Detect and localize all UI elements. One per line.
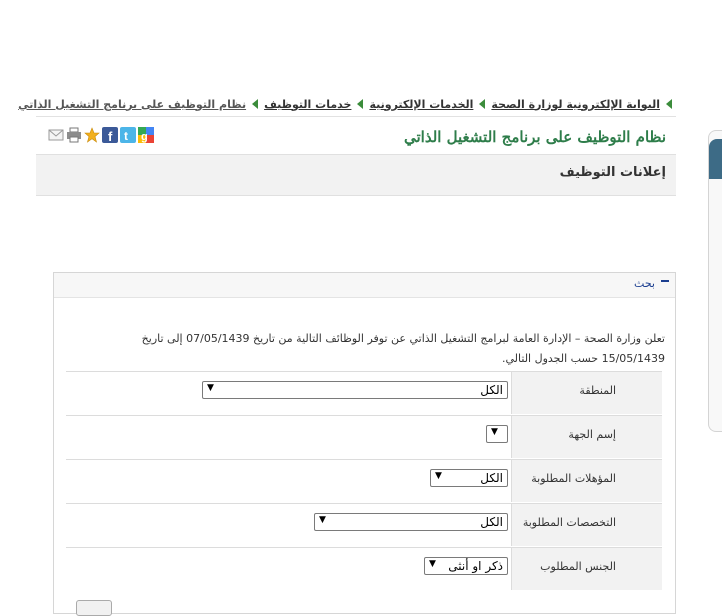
svg-text:f: f (108, 129, 113, 143)
dropdown-arrow-icon: ▼ (319, 515, 326, 525)
label-cell: الجنس المطلوب (511, 548, 662, 590)
qualifications-select[interactable]: الكل ▼ (430, 469, 508, 487)
form-row-specializations: التخصصات المطلوبة الكل ▼ (66, 503, 662, 546)
breadcrumb-arrow-icon (357, 99, 364, 109)
breadcrumb-arrow-icon (479, 99, 486, 109)
side-panel-tab-accent (709, 139, 722, 179)
svg-text:t: t (124, 129, 128, 143)
specializations-label: التخصصات المطلوبة (522, 516, 616, 529)
breadcrumb-arrow-icon (666, 99, 672, 109)
collapse-icon[interactable] (661, 280, 669, 282)
entity-label: إسم الجهة (568, 428, 616, 441)
specializations-select[interactable]: الكل ▼ (314, 513, 508, 531)
form-row-qualifications: المؤهلات المطلوبة الكل ▼ (66, 459, 662, 502)
dropdown-arrow-icon: ▼ (491, 427, 498, 437)
gender-select[interactable]: ذكر او أنثى ▼ (424, 557, 508, 575)
divider (36, 116, 676, 117)
dropdown-arrow-icon: ▼ (207, 383, 214, 393)
favorite-star-icon[interactable] (84, 127, 100, 143)
google-plus-icon[interactable]: g (138, 127, 154, 143)
entity-select[interactable]: ▼ (486, 425, 508, 443)
gender-select-value: ذكر او أنثى (448, 559, 503, 573)
specializations-select-value: الكل (480, 515, 503, 529)
share-toolbar: f t g (48, 127, 154, 143)
intro-text: تعلن وزارة الصحة – الإدارة العامة لبرامج… (105, 329, 665, 369)
region-label: المنطقة (579, 384, 616, 397)
intro-line-2: 15/05/1439 حسب الجدول التالي. (502, 352, 665, 365)
intro-line-1: تعلن وزارة الصحة – الإدارة العامة لبرامج… (141, 332, 665, 345)
breadcrumb-item-employment-services[interactable]: خدمات التوظيف (264, 98, 351, 111)
side-panel-tab[interactable] (708, 130, 722, 432)
search-panel: بحث تعلن وزارة الصحة – الإدارة العامة لب… (53, 272, 676, 614)
dropdown-arrow-icon: ▼ (435, 471, 442, 481)
label-cell: إسم الجهة (511, 416, 662, 458)
label-cell: المنطقة (511, 372, 662, 414)
email-icon[interactable] (48, 127, 64, 143)
section-title: إعلانات التوظيف (559, 165, 666, 180)
page-title: نظام التوظيف على برنامج التشغيل الذاتي (403, 128, 666, 146)
breadcrumb-item-current[interactable]: نظام التوظيف على برنامج التشغيل الذاتي (18, 98, 246, 111)
region-select-value: الكل (480, 383, 503, 397)
breadcrumb-arrow-icon (252, 99, 259, 109)
dropdown-arrow-icon: ▼ (429, 559, 436, 569)
region-select[interactable]: الكل ▼ (202, 381, 508, 399)
twitter-icon[interactable]: t (120, 127, 136, 143)
facebook-icon[interactable]: f (102, 127, 118, 143)
form-row-entity: إسم الجهة ▼ (66, 415, 662, 458)
search-button[interactable] (76, 600, 112, 616)
qualifications-label: المؤهلات المطلوبة (531, 472, 616, 485)
breadcrumb: البوابة الإلكترونية لوزارة الصحة الخدمات… (18, 96, 672, 112)
svg-text:g: g (141, 131, 148, 143)
label-cell: التخصصات المطلوبة (511, 504, 662, 546)
label-cell: المؤهلات المطلوبة (511, 460, 662, 502)
search-panel-label[interactable]: بحث (634, 277, 655, 290)
breadcrumb-item-portal[interactable]: البوابة الإلكترونية لوزارة الصحة (491, 98, 660, 111)
search-panel-header[interactable]: بحث (54, 273, 675, 298)
form-row-region: المنطقة الكل ▼ (66, 371, 662, 414)
breadcrumb-item-eservices[interactable]: الخدمات الإلكترونية (369, 98, 473, 111)
gender-label: الجنس المطلوب (540, 560, 616, 573)
form-row-gender: الجنس المطلوب ذكر او أنثى ▼ (66, 547, 662, 590)
qualifications-select-value: الكل (480, 471, 503, 485)
title-bar: نظام التوظيف على برنامج التشغيل الذاتي f… (36, 118, 676, 154)
section-header: إعلانات التوظيف (36, 154, 676, 196)
print-icon[interactable] (66, 127, 82, 143)
